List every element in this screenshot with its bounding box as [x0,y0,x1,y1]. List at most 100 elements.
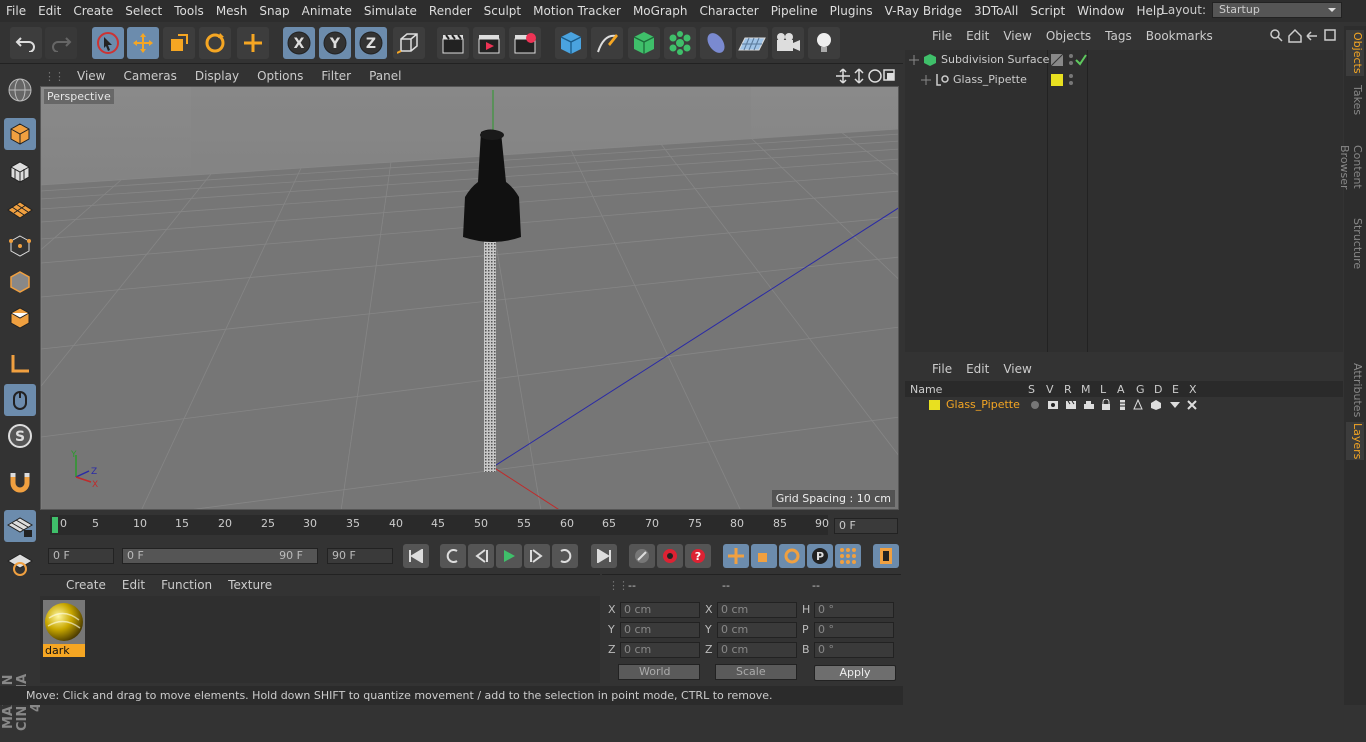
menu-window[interactable]: Window [1071,4,1130,18]
layer-toggle-icons[interactable] [1030,399,1200,411]
make-editable-button[interactable] [4,74,36,106]
timeline-ruler[interactable]: 0 5 10 15 20 25 30 35 40 45 50 55 60 65 … [50,515,829,535]
object-menu-edit[interactable]: Edit [959,29,996,43]
viewport-menu-panel[interactable]: Panel [360,69,410,83]
object-menu-tags[interactable]: Tags [1098,29,1139,43]
layer-color-swatch[interactable] [1051,74,1063,86]
menu-mograph[interactable]: MoGraph [627,4,694,18]
viewport-menu-options[interactable]: Options [248,69,312,83]
play-button[interactable] [496,544,522,568]
cloner-button[interactable] [664,27,696,59]
tab-objects[interactable]: Objects [1346,30,1364,76]
tab-content-browser[interactable]: Content Browser [1338,124,1364,210]
rot-b-field[interactable]: 0 ° [814,642,894,658]
key-position-button[interactable] [723,544,749,568]
menu-vray-bridge[interactable]: V-Ray Bridge [879,4,968,18]
menu-simulate[interactable]: Simulate [358,4,423,18]
tree-expand-icon[interactable] [908,54,920,66]
material-menu-create[interactable]: Create [58,578,114,592]
object-menu-bookmarks[interactable]: Bookmarks [1139,29,1220,43]
tree-row-glass-pipette[interactable]: Glass_Pipette [905,70,1343,90]
tweak-mode-button[interactable] [4,384,36,416]
object-manager-tools-icons[interactable] [1269,28,1339,44]
coordinates-grip[interactable]: ⋮⋮ [608,579,629,592]
menu-motion-tracker[interactable]: Motion Tracker [527,4,627,18]
subdivision-surface-button[interactable] [628,27,660,59]
menu-mesh[interactable]: Mesh [210,4,254,18]
layer-menu-file[interactable]: File [925,362,959,376]
redo-button[interactable] [45,27,77,59]
col-manager[interactable]: M [1081,383,1091,396]
menu-edit[interactable]: Edit [32,4,67,18]
record-keys-button[interactable] [629,544,655,568]
key-pla-button[interactable] [835,544,861,568]
col-animation[interactable]: A [1117,383,1125,396]
timeline-window-button[interactable] [873,544,899,568]
size-x-field[interactable]: 0 cm [717,602,797,618]
menu-select[interactable]: Select [119,4,168,18]
layer-menu-edit[interactable]: Edit [959,362,996,376]
col-xref[interactable]: X [1189,383,1197,396]
layer-name[interactable]: Glass_Pipette [946,397,1020,413]
previous-frame-button[interactable] [468,544,494,568]
render-to-picture-viewer-button[interactable] [473,27,505,59]
workplane-mode-button[interactable] [4,192,36,224]
object-menu-view[interactable]: View [996,29,1038,43]
preview-start-field[interactable]: 0 F [48,548,114,564]
preview-end-field[interactable]: 90 F [327,548,393,564]
texture-mode-button[interactable] [4,156,36,188]
col-expressions[interactable]: E [1172,383,1179,396]
tab-takes[interactable]: Takes [1346,82,1364,118]
pos-y-field[interactable]: 0 cm [620,622,700,638]
col-view[interactable]: V [1046,383,1054,396]
material-menu-edit[interactable]: Edit [114,578,153,592]
points-mode-button[interactable] [4,230,36,262]
next-frame-button[interactable] [524,544,550,568]
camera-button[interactable] [772,27,804,59]
object-menu-file[interactable]: File [925,29,959,43]
tree-expand-icon[interactable] [920,74,932,86]
key-parameter-button[interactable]: P [807,544,833,568]
viewport-menu-filter[interactable]: Filter [312,69,360,83]
tab-layers[interactable]: Layers [1346,422,1364,460]
size-y-field[interactable]: 0 cm [717,622,797,638]
tree-row-subdivision-surface[interactable]: Subdivision Surface [905,50,1343,70]
rot-p-field[interactable]: 0 ° [814,622,894,638]
apply-button[interactable]: Apply [814,665,896,681]
coordinate-system-button[interactable] [393,27,425,59]
perspective-viewport[interactable]: Y Z X Perspective Grid Spacing : 10 cm [40,86,899,510]
viewport-menu-view[interactable]: View [68,69,114,83]
menu-tools[interactable]: Tools [168,4,210,18]
goto-start-button[interactable] [403,544,429,568]
rotate-tool-button[interactable] [199,27,231,59]
preview-range-slider[interactable]: 0 F 90 F [122,548,318,564]
menu-file[interactable]: File [0,4,32,18]
material-menu-texture[interactable]: Texture [220,578,280,592]
edges-mode-button[interactable] [4,266,36,298]
cube-primitive-button[interactable] [555,27,587,59]
col-render[interactable]: R [1064,383,1072,396]
render-settings-button[interactable] [509,27,541,59]
deformer-button[interactable] [700,27,732,59]
x-axis-lock-button[interactable]: X [283,27,315,59]
material-item[interactable]: dark [43,600,85,657]
spline-pen-button[interactable] [591,27,623,59]
z-axis-lock-button[interactable]: Z [355,27,387,59]
scale-tool-button[interactable] [163,27,195,59]
keyframe-selection-button[interactable]: ? [685,544,711,568]
col-locked[interactable]: L [1100,383,1106,396]
material-menu-function[interactable]: Function [153,578,220,592]
move-tool-button[interactable] [127,27,159,59]
snap-button[interactable] [4,466,36,498]
layer-row[interactable]: Glass_Pipette [905,397,1343,413]
coordinate-system-dropdown[interactable]: World [618,664,700,680]
key-rotation-button[interactable] [779,544,805,568]
enable-axis-button[interactable] [4,348,36,380]
layer-menu-view[interactable]: View [996,362,1038,376]
visibility-dots-icon[interactable] [1067,53,1075,67]
menu-snap[interactable]: Snap [253,4,295,18]
viewport-menu-cameras[interactable]: Cameras [114,69,185,83]
workplane-lock-button[interactable] [4,510,36,542]
menu-script[interactable]: Script [1024,4,1071,18]
undo-button[interactable] [10,27,42,59]
